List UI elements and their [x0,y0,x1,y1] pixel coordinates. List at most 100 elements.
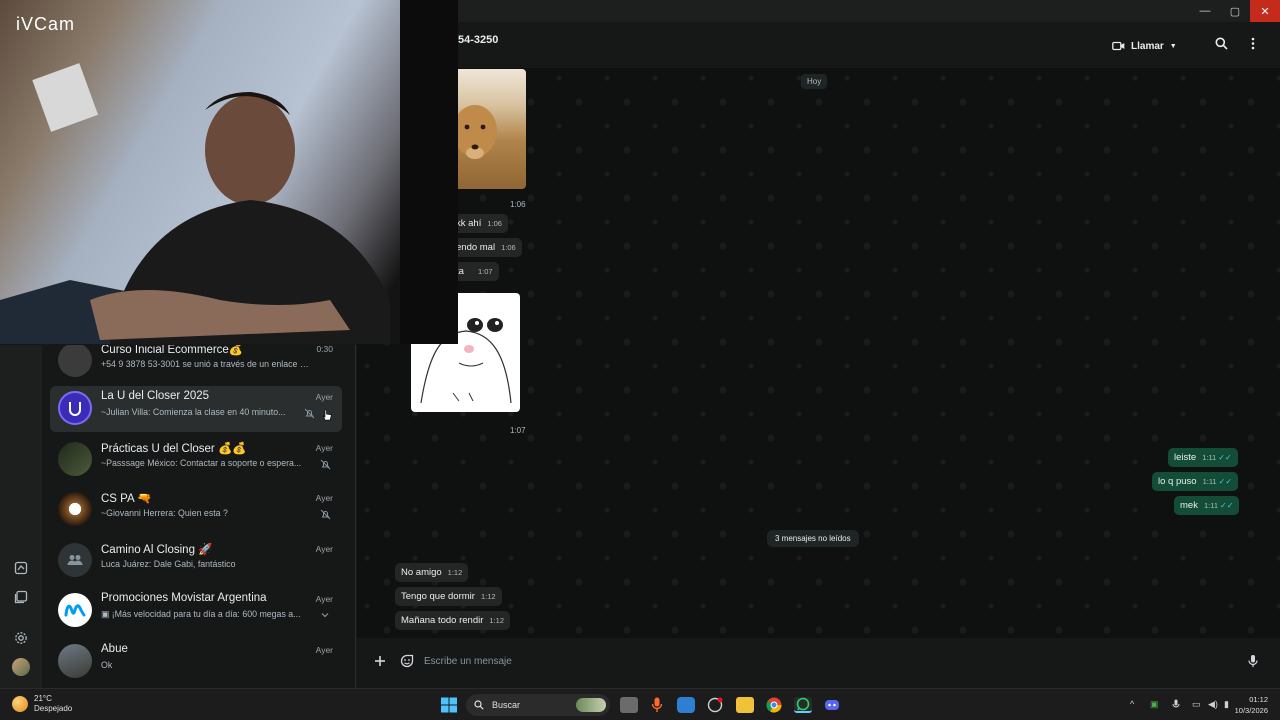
chat-preview: +54 9 3878 53-3001 se unió a través de u… [101,359,311,369]
conversation-pane: 54-3250 Llamar ▼ Hoy 1:06 kk ahí 1:06 en… [357,22,1280,688]
chat-time: Ayer [315,392,333,402]
search-highlight-image [576,698,606,712]
message-input[interactable]: Escribe un mensaje [424,656,512,667]
chat-name: Camino Al Closing 🚀 [101,544,213,556]
chat-time: Ayer [315,645,333,655]
chat-preview: ▣ ¡Más velocidad para tu día a día: 600 … [101,609,301,619]
show-hidden-icons[interactable]: ^ [1130,699,1134,709]
message-text: lo q puso [1158,476,1197,487]
chat-time: Ayer [315,544,333,554]
attach-plus-icon[interactable] [374,654,386,670]
profile-avatar[interactable] [11,657,31,677]
chat-time: Ayer [315,493,333,503]
status-icon[interactable] [11,558,31,578]
clock-date: 10/3/2026 [1234,706,1268,715]
battery-icon[interactable]: ▮ [1224,699,1229,710]
message-time: 1:06 [510,200,526,209]
ivcam-app-icon[interactable] [677,697,695,713]
settings-gear-icon[interactable] [11,628,31,648]
message-text: Mañana todo rendir [401,615,484,626]
chat-item-la-u-del-closer[interactable]: La U del Closer 2025 Ayer ~Julian Villa:… [50,386,342,432]
muted-bell-icon [320,509,332,521]
video-camera-icon [1112,41,1125,51]
ivcam-logo: iVCam [16,14,76,34]
call-button[interactable]: Llamar ▼ [1112,35,1177,57]
chat-name: Prácticas U del Closer 💰💰 [101,443,247,455]
chat-preview: Luca Juárez: Dale Gabi, fantástico [101,559,236,569]
day-separator: Hoy [801,74,828,89]
chat-item-curso-inicial-ecommerce[interactable]: Curso Inicial Ecommerce💰 0:30 +54 9 3878… [50,345,342,384]
webcam-overlay: iVCam [0,0,458,344]
outgoing-message: leiste 1:11 ✓✓ [1168,448,1238,467]
chat-time: 0:30 [316,345,333,354]
left-rail [0,345,42,688]
read-ticks-icon: ✓✓ [1220,501,1234,510]
sticker-emoji-icon[interactable] [400,654,414,671]
outgoing-message: lo q puso 1:11 ✓✓ [1152,472,1239,491]
weather-widget[interactable]: 21°C Despejado [12,694,72,714]
minimize-button[interactable]: — [1190,0,1220,22]
chat-item-promociones-movistar[interactable]: Promociones Movistar Argentina Ayer ▣ ¡M… [50,588,342,634]
mouse-cursor-icon [322,409,334,421]
conversation-header: 54-3250 Llamar ▼ [357,22,1280,68]
windows-start-icon[interactable] [440,697,458,713]
chat-time: Ayer [315,443,333,453]
chevron-down-icon: ▼ [1169,42,1177,50]
chat-item-practicas-u-del-closer[interactable]: Prácticas U del Closer 💰💰 Ayer ~Passsage… [50,437,342,483]
incoming-message: No amigo 1:12 [395,563,469,582]
message-text: mek [1180,500,1198,511]
muted-bell-icon [320,459,332,471]
message-time: 1:06 [501,243,516,252]
chat-name: Abue [101,643,128,655]
media-library-icon[interactable] [11,587,31,607]
movistar-logo-avatar [58,593,92,627]
tray-microphone-icon[interactable] [1172,699,1180,712]
temperature: 21°C [34,694,52,703]
webcam-feed-image [0,0,458,344]
close-button[interactable]: ✕ [1250,0,1280,22]
unread-messages-divider: 3 mensajes no leídos [767,530,859,547]
maximize-button[interactable]: ▢ [1220,0,1250,22]
tray-app-icon[interactable]: ▣ [1150,699,1159,710]
microphone-app-icon[interactable] [648,697,666,713]
discord-icon[interactable] [823,697,841,713]
taskbar-clock[interactable]: 01:12 10/3/2026 [1235,694,1268,716]
chat-item-abue[interactable]: Abue Ayer Ok [50,639,342,685]
search-icon[interactable] [1215,37,1228,53]
group-avatar-icon [58,543,92,577]
message-time: 1:12 [480,592,496,601]
chat-item-camino-al-closing[interactable]: Camino Al Closing 🚀 Ayer Luca Juárez: Da… [50,538,342,584]
file-explorer-icon[interactable] [736,697,754,713]
search-label: Buscar [492,700,521,710]
chat-avatar [58,492,92,526]
read-ticks-icon: ✓✓ [1218,453,1232,462]
network-icon[interactable]: ▭ [1192,699,1201,710]
message-time: 1:11 [1202,453,1217,462]
weather-moon-icon [12,696,28,712]
task-view-icon[interactable] [620,697,638,713]
message-time: 1:12 [447,568,463,577]
call-label: Llamar [1131,40,1164,52]
volume-icon[interactable]: ◀) [1208,699,1218,710]
chrome-icon[interactable] [765,697,783,713]
screen: — ▢ ✕ Curso Inicial Ecommerce💰 0:30 +54 … [0,0,1280,720]
weather-condition: Despejado [34,704,73,713]
chat-preview: ~Julian Villa: Comienza la clase en 40 m… [101,407,286,417]
message-text: No amigo [401,567,442,578]
taskbar-search[interactable]: Buscar [466,694,610,716]
chat-preview: ~Giovanni Herrera: Quien esta ? [101,508,228,518]
steam-like-app-icon[interactable] [706,697,724,713]
chevron-down-icon[interactable] [320,610,332,622]
message-text: leiste [1174,452,1197,463]
message-text: Tengo que dormir [401,591,475,602]
microphone-icon[interactable] [1248,654,1258,671]
read-ticks-icon: ✓✓ [1218,477,1233,486]
more-options-icon[interactable] [1251,37,1255,53]
contact-name[interactable]: 54-3250 [458,34,498,46]
incoming-message: Tengo que dormir 1:12 [395,587,502,606]
chat-item-cs-pa[interactable]: CS PA 🔫 Ayer ~Giovanni Herrera: Quien es… [50,487,342,533]
chat-preview: Ok [101,660,113,670]
message-time: 1:06 [487,219,502,228]
chat-time: Ayer [315,594,333,604]
whatsapp-icon[interactable] [794,697,812,713]
